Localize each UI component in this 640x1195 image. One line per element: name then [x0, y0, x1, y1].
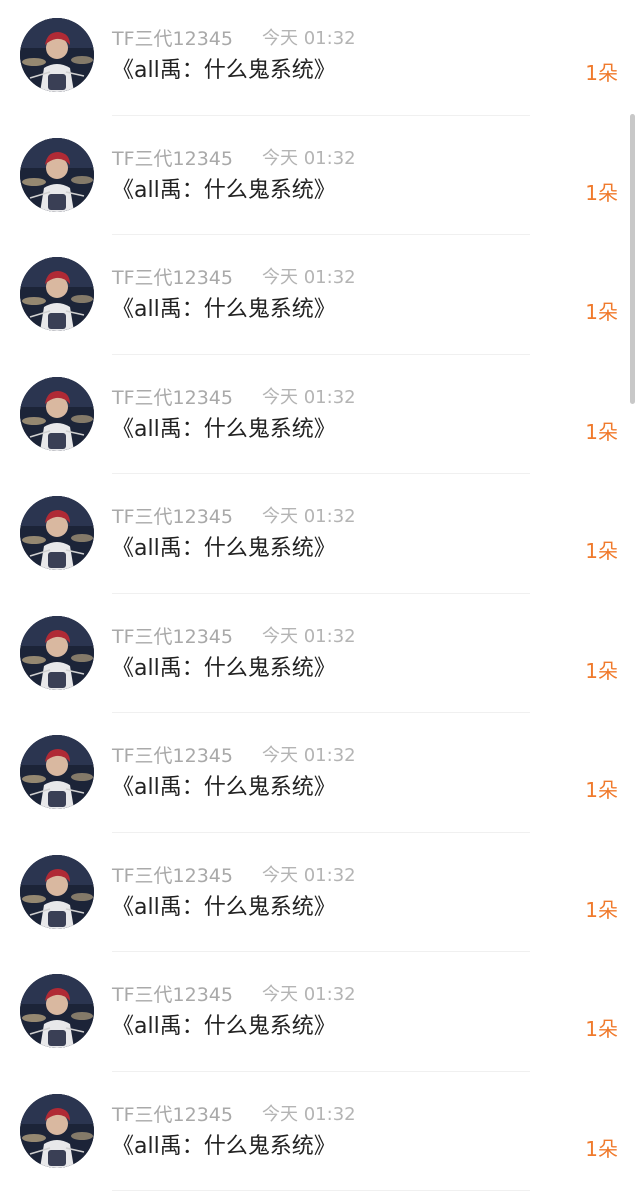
story-title[interactable]: 《all禹：什么鬼系统》: [112, 1012, 336, 1042]
scrollbar[interactable]: [630, 114, 635, 404]
flower-count: 1朵: [585, 180, 618, 206]
divider: [112, 234, 530, 235]
avatar[interactable]: [20, 257, 94, 331]
flower-count: 1朵: [585, 419, 618, 445]
avatar[interactable]: [20, 855, 94, 929]
flower-count: 1朵: [585, 897, 618, 923]
story-title[interactable]: 《all禹：什么鬼系统》: [112, 415, 336, 445]
timestamp: 今天 01:32: [262, 863, 356, 889]
author-name[interactable]: TF三代12345: [112, 982, 233, 1008]
avatar[interactable]: [20, 1094, 94, 1168]
story-title[interactable]: 《all禹：什么鬼系统》: [112, 295, 336, 325]
divider: [112, 1071, 530, 1072]
list-item[interactable]: TF三代12345 今天 01:32 《all禹：什么鬼系统》 1朵: [0, 0, 640, 120]
story-title[interactable]: 《all禹：什么鬼系统》: [112, 773, 336, 803]
story-title[interactable]: 《all禹：什么鬼系统》: [112, 654, 336, 684]
avatar[interactable]: [20, 138, 94, 212]
story-title[interactable]: 《all禹：什么鬼系统》: [112, 56, 336, 86]
divider: [112, 593, 530, 594]
list-item[interactable]: TF三代12345 今天 01:32 《all禹：什么鬼系统》 1朵: [0, 598, 640, 718]
divider: [112, 473, 530, 474]
story-title[interactable]: 《all禹：什么鬼系统》: [112, 893, 336, 923]
list-item[interactable]: TF三代12345 今天 01:32 《all禹：什么鬼系统》 1朵: [0, 359, 640, 479]
timestamp: 今天 01:32: [262, 504, 356, 530]
flower-count: 1朵: [585, 538, 618, 564]
divider: [112, 354, 530, 355]
list-item[interactable]: TF三代12345 今天 01:32 《all禹：什么鬼系统》 1朵: [0, 837, 640, 957]
author-name[interactable]: TF三代12345: [112, 863, 233, 889]
author-name[interactable]: TF三代12345: [112, 26, 233, 52]
timestamp: 今天 01:32: [262, 265, 356, 291]
list-item[interactable]: TF三代12345 今天 01:32 《all禹：什么鬼系统》 1朵: [0, 956, 640, 1076]
timestamp: 今天 01:32: [262, 146, 356, 172]
list-item[interactable]: TF三代12345 今天 01:32 《all禹：什么鬼系统》 1朵: [0, 717, 640, 837]
author-name[interactable]: TF三代12345: [112, 624, 233, 650]
author-name[interactable]: TF三代12345: [112, 146, 233, 172]
flower-count: 1朵: [585, 1136, 618, 1162]
timestamp: 今天 01:32: [262, 624, 356, 650]
author-name[interactable]: TF三代12345: [112, 385, 233, 411]
list-item[interactable]: TF三代12345 今天 01:32 《all禹：什么鬼系统》 1朵: [0, 1076, 640, 1195]
divider: [112, 115, 530, 116]
author-name[interactable]: TF三代12345: [112, 743, 233, 769]
flower-count: 1朵: [585, 777, 618, 803]
divider: [112, 1190, 530, 1191]
timestamp: 今天 01:32: [262, 743, 356, 769]
avatar[interactable]: [20, 377, 94, 451]
divider: [112, 832, 530, 833]
list-item[interactable]: TF三代12345 今天 01:32 《all禹：什么鬼系统》 1朵: [0, 478, 640, 598]
divider: [112, 951, 530, 952]
avatar[interactable]: [20, 735, 94, 809]
avatar[interactable]: [20, 18, 94, 92]
flower-count: 1朵: [585, 60, 618, 86]
timestamp: 今天 01:32: [262, 982, 356, 1008]
list-item[interactable]: TF三代12345 今天 01:32 《all禹：什么鬼系统》 1朵: [0, 120, 640, 240]
divider: [112, 712, 530, 713]
author-name[interactable]: TF三代12345: [112, 504, 233, 530]
timestamp: 今天 01:32: [262, 385, 356, 411]
timestamp: 今天 01:32: [262, 26, 356, 52]
list-item[interactable]: TF三代12345 今天 01:32 《all禹：什么鬼系统》 1朵: [0, 239, 640, 359]
timestamp: 今天 01:32: [262, 1102, 356, 1128]
avatar[interactable]: [20, 496, 94, 570]
story-title[interactable]: 《all禹：什么鬼系统》: [112, 1132, 336, 1162]
author-name[interactable]: TF三代12345: [112, 265, 233, 291]
avatar[interactable]: [20, 616, 94, 690]
author-name[interactable]: TF三代12345: [112, 1102, 233, 1128]
story-title[interactable]: 《all禹：什么鬼系统》: [112, 534, 336, 564]
story-title[interactable]: 《all禹：什么鬼系统》: [112, 176, 336, 206]
flower-count: 1朵: [585, 299, 618, 325]
flower-count: 1朵: [585, 658, 618, 684]
flower-count: 1朵: [585, 1016, 618, 1042]
avatar[interactable]: [20, 974, 94, 1048]
